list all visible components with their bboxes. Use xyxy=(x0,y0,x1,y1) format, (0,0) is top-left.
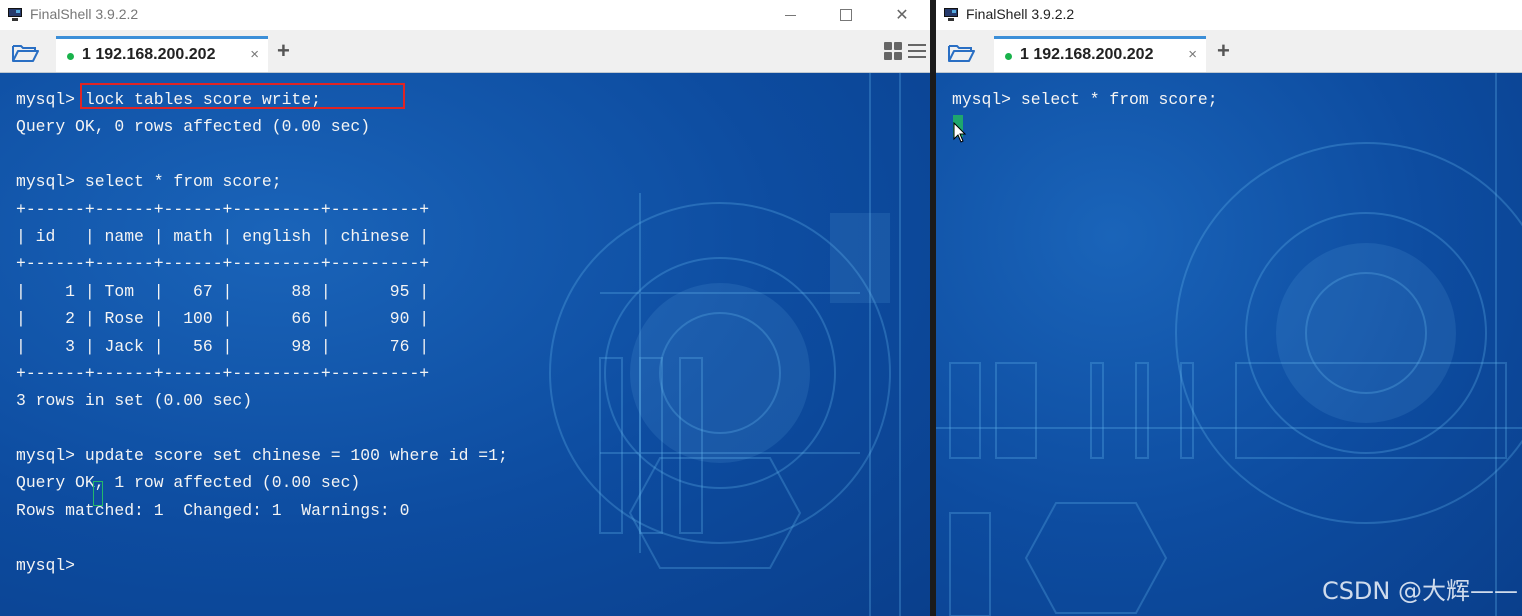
tab-close-icon[interactable]: × xyxy=(250,46,259,63)
terminal-area[interactable]: mysql> lock tables score write; Query OK,… xyxy=(0,73,930,616)
folder-open-icon[interactable] xyxy=(11,43,39,63)
connection-status-icon xyxy=(67,53,74,60)
terminal-area[interactable]: mysql> select * from score; xyxy=(936,73,1522,616)
window-controls: ✕ xyxy=(762,0,930,30)
tab-close-icon[interactable]: × xyxy=(1188,46,1197,63)
session-tab[interactable]: 1 192.168.200.202 × xyxy=(994,36,1206,72)
maximize-icon[interactable] xyxy=(818,0,874,30)
terminal-line: | id | name | math | english | chinese | xyxy=(16,226,430,246)
close-icon[interactable]: ✕ xyxy=(874,0,930,30)
terminal-line: Rows matched: 1 Changed: 1 Warnings: 0 xyxy=(16,500,410,520)
terminal-line: 3 rows in set (0.00 sec) xyxy=(16,391,253,411)
window-title: FinalShell 3.9.2.2 xyxy=(966,6,1075,22)
terminal-line: | 1 | Tom | 67 | 88 | 95 | xyxy=(16,281,430,301)
terminal-line: mysql> select * from score; xyxy=(16,172,282,192)
layout-toolbar xyxy=(884,42,926,60)
add-tab-button[interactable]: + xyxy=(1217,38,1230,64)
terminal-output: mysql> select * from score; xyxy=(952,86,1218,113)
terminal-line: Query OK, 0 rows affected (0.00 sec) xyxy=(16,117,371,137)
title-bar: FinalShell 3.9.2.2 xyxy=(936,0,1522,30)
terminal-output: mysql> lock tables score write; Query OK,… xyxy=(16,86,508,579)
tab-bar: 1 192.168.200.202 × + xyxy=(0,30,930,73)
folder-open-icon[interactable] xyxy=(947,43,975,63)
tab-label: 1 192.168.200.202 xyxy=(82,46,216,63)
terminal-line: mysql> select * from score; xyxy=(952,90,1218,109)
app-icon xyxy=(944,8,958,21)
terminal-cursor xyxy=(93,481,103,506)
add-tab-button[interactable]: + xyxy=(277,38,290,64)
session-tab[interactable]: 1 192.168.200.202 × xyxy=(56,36,268,72)
terminal-line: | 2 | Rose | 100 | 66 | 90 | xyxy=(16,309,430,329)
tab-label: 1 192.168.200.202 xyxy=(1020,46,1154,63)
app-icon xyxy=(8,8,22,21)
menu-icon[interactable] xyxy=(908,42,926,60)
mouse-pointer-icon xyxy=(953,122,967,143)
terminal-line: +------+------+------+---------+--------… xyxy=(16,254,430,274)
finalshell-window-left: FinalShell 3.9.2.2 ✕ 1 192.168.200.202 ×… xyxy=(0,0,930,616)
watermark: CSDN @大辉—— xyxy=(1321,577,1518,605)
tab-bar: 1 192.168.200.202 × + xyxy=(936,30,1522,73)
terminal-background-art xyxy=(936,73,1522,616)
connection-status-icon xyxy=(1005,53,1012,60)
window-title: FinalShell 3.9.2.2 xyxy=(30,6,139,22)
terminal-line: | 3 | Jack | 56 | 98 | 76 | xyxy=(16,336,430,356)
terminal-line: Query OK, 1 row affected (0.00 sec) xyxy=(16,473,361,493)
terminal-line: +------+------+------+---------+--------… xyxy=(16,363,430,383)
terminal-line: mysql> update score set chinese = 100 wh… xyxy=(16,446,508,466)
layout-grid-icon[interactable] xyxy=(884,42,902,60)
terminal-line: +------+------+------+---------+--------… xyxy=(16,199,430,219)
finalshell-window-right: FinalShell 3.9.2.2 1 192.168.200.202 × + xyxy=(936,0,1522,616)
minimize-icon[interactable] xyxy=(762,0,818,30)
highlight-annotation xyxy=(80,83,405,109)
terminal-line: mysql> xyxy=(16,555,85,575)
title-bar: FinalShell 3.9.2.2 ✕ xyxy=(0,0,930,30)
